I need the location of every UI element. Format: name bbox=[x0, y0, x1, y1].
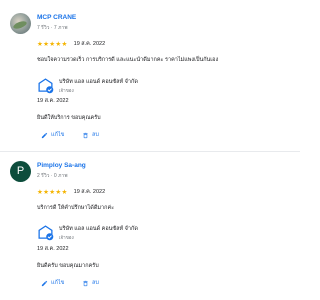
delete-reply-button[interactable]: ลบ bbox=[82, 279, 99, 287]
edit-reply-button[interactable]: แก้ไข bbox=[41, 279, 64, 287]
delete-label: ลบ bbox=[92, 132, 99, 138]
reply-date: 19 ส.ค. 2022 bbox=[37, 98, 69, 104]
rating-row: ★★★★★ 19 ส.ค. 2022 bbox=[37, 40, 105, 48]
delete-label: ลบ bbox=[92, 280, 99, 286]
owner-name: บริษัท แอล แอนด์ คอนซัลท์ จำกัด bbox=[59, 79, 138, 85]
trash-icon bbox=[83, 280, 88, 286]
reply-date: 19 ส.ค. 2022 bbox=[37, 246, 69, 252]
reviewer-name[interactable]: Pimploy Sa-ang bbox=[37, 162, 86, 169]
star-rating: ★★★★★ bbox=[37, 188, 68, 196]
edit-label: แก้ไข bbox=[51, 132, 65, 138]
review-text: บริการดี ให้คำปรึกษาได้ดีมากค่ะ bbox=[37, 205, 115, 211]
review-text: ชอบใจความรวดเร็ว การบริการดี และแนะนำดีม… bbox=[37, 57, 219, 63]
delete-reply-button[interactable]: ลบ bbox=[82, 131, 99, 139]
verified-owner-icon bbox=[38, 225, 54, 241]
reply-text: ยินดีครับ ขอบคุณมากครับ bbox=[37, 263, 99, 269]
reviewer-avatar[interactable]: P bbox=[10, 161, 31, 182]
reply-text: ยินดีให้บริการ ขอบคุณครับ bbox=[37, 115, 101, 121]
owner-role: เจ้าของ bbox=[59, 235, 74, 240]
edit-reply-button[interactable]: แก้ไข bbox=[41, 131, 64, 139]
pencil-icon bbox=[41, 132, 48, 138]
review-date: 19 ส.ค. 2022 bbox=[73, 41, 106, 47]
reviewer-name[interactable]: MCP CRANE bbox=[37, 14, 76, 21]
trash-icon bbox=[83, 132, 88, 138]
owner-role: เจ้าของ bbox=[59, 88, 74, 93]
reviewer-meta: 7 รีวิว · 7 ภาพ bbox=[37, 25, 68, 31]
rating-row: ★★★★★ 19 ส.ค. 2022 bbox=[37, 188, 105, 196]
verified-owner-icon bbox=[38, 78, 54, 94]
owner-name: บริษัท แอล แอนด์ คอนซัลท์ จำกัด bbox=[59, 226, 138, 232]
reviewer-meta: 2 รีวิว · 0 ภาพ bbox=[37, 173, 68, 179]
review-date: 19 ส.ค. 2022 bbox=[73, 189, 106, 195]
star-rating: ★★★★★ bbox=[37, 40, 68, 48]
edit-label: แก้ไข bbox=[51, 280, 65, 286]
pencil-icon bbox=[41, 280, 48, 286]
reviewer-avatar[interactable] bbox=[10, 13, 31, 34]
review-divider bbox=[0, 151, 300, 152]
